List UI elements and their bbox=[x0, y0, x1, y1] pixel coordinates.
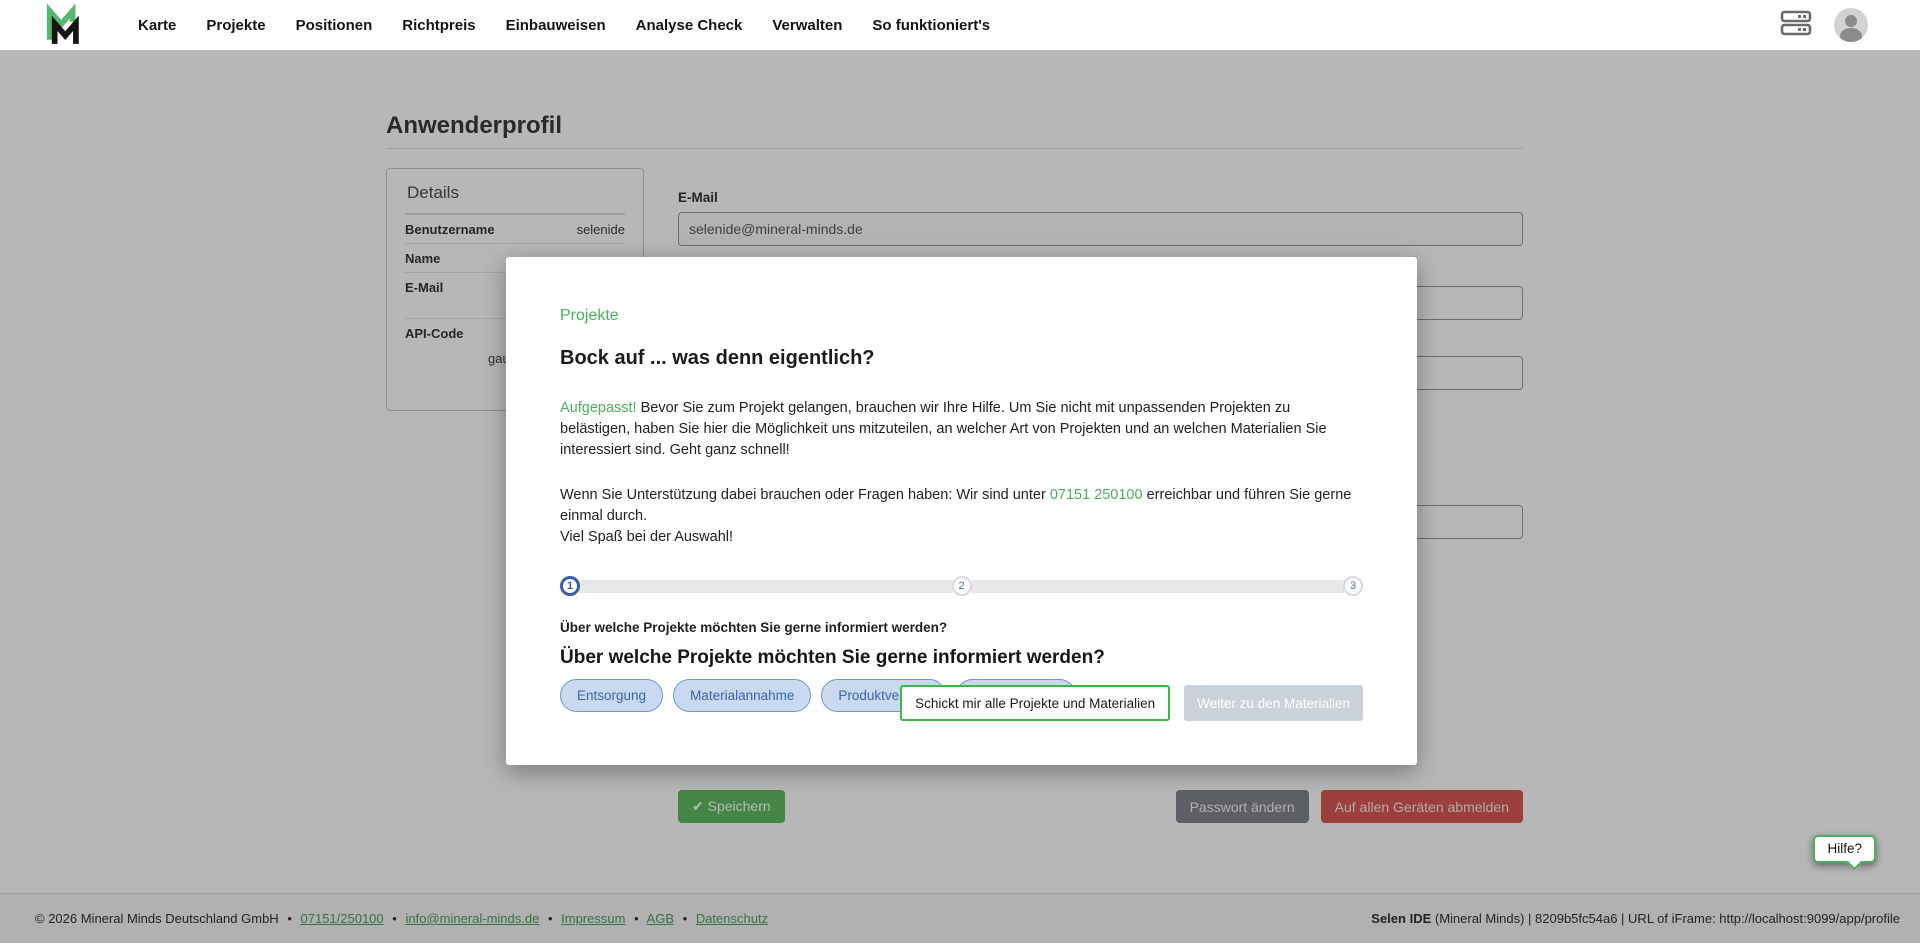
modal-eyebrow: Projekte bbox=[560, 307, 1363, 325]
highlight-text: Aufgepasst! bbox=[560, 400, 637, 416]
help-bubble-label: Hilfe? bbox=[1827, 841, 1862, 856]
help-bubble[interactable]: Hilfe? bbox=[1813, 835, 1876, 863]
nav-item-analyse-check[interactable]: Analyse Check bbox=[636, 17, 743, 34]
nav-menu: Karte Projekte Positionen Richtpreis Ein… bbox=[138, 17, 990, 34]
step-2-indicator: 2 bbox=[952, 576, 972, 596]
modal-support-paragraph: Wenn Sie Unterstützung dabei brauchen od… bbox=[560, 485, 1363, 548]
nav-item-positionen[interactable]: Positionen bbox=[296, 17, 373, 34]
modal-title: Bock auf ... was denn eigentlich? bbox=[560, 347, 1363, 370]
progress-track bbox=[579, 580, 953, 593]
nav-item-so-funktionierts[interactable]: So funktioniert's bbox=[872, 17, 990, 34]
question-small: Über welche Projekte möchten Sie gerne i… bbox=[560, 620, 1363, 635]
next-to-materials-button[interactable]: Weiter zu den Materialien bbox=[1184, 685, 1363, 721]
modal-actions: Schickt mir alle Projekte und Materialie… bbox=[900, 685, 1363, 721]
modal-intro-paragraph: Aufgepasst! Bevor Sie zum Projekt gelang… bbox=[560, 398, 1363, 461]
all-projects-button[interactable]: Schickt mir alle Projekte und Materialie… bbox=[900, 685, 1170, 721]
chip-materialannahme[interactable]: Materialannahme bbox=[673, 679, 811, 712]
question-heading: Über welche Projekte möchten Sie gerne i… bbox=[560, 647, 1363, 669]
phone-link[interactable]: 07151 250100 bbox=[1050, 487, 1143, 503]
progress-track bbox=[971, 580, 1345, 593]
nav-item-richtpreis[interactable]: Richtpreis bbox=[402, 17, 475, 34]
nav-item-karte[interactable]: Karte bbox=[138, 17, 176, 34]
support-text-line2: Viel Spaß bei der Auswahl! bbox=[560, 529, 733, 545]
step-1-indicator: 1 bbox=[560, 576, 580, 596]
nav-item-projekte[interactable]: Projekte bbox=[206, 17, 265, 34]
mineral-minds-logo-icon[interactable] bbox=[44, 4, 80, 46]
step-progress: 1 2 3 bbox=[560, 576, 1363, 596]
support-text: Wenn Sie Unterstützung dabei brauchen od… bbox=[560, 487, 1050, 503]
intro-text: Bevor Sie zum Projekt gelangen, brauchen… bbox=[560, 400, 1327, 458]
app-window: Karte Projekte Positionen Richtpreis Ein… bbox=[0, 0, 1920, 943]
chip-entsorgung[interactable]: Entsorgung bbox=[560, 679, 663, 712]
user-avatar-icon[interactable] bbox=[1834, 8, 1868, 42]
navbar-right bbox=[1780, 8, 1894, 42]
nav-item-einbauweisen[interactable]: Einbauweisen bbox=[506, 17, 606, 34]
projects-onboarding-modal: Projekte Bock auf ... was denn eigentlic… bbox=[506, 257, 1417, 765]
step-3-indicator: 3 bbox=[1343, 576, 1363, 596]
nav-item-verwalten[interactable]: Verwalten bbox=[772, 17, 842, 34]
keyboard-icon[interactable] bbox=[1780, 9, 1812, 42]
top-navbar: Karte Projekte Positionen Richtpreis Ein… bbox=[0, 0, 1920, 50]
